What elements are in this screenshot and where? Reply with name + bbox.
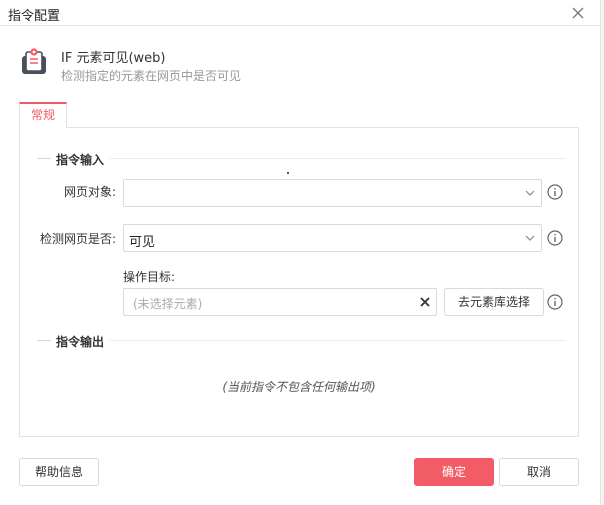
target-label: 操作目标: [123, 270, 176, 284]
check-visible-label: 检测网页是否: [39, 232, 116, 246]
clear-icon[interactable] [419, 296, 431, 308]
info-icon[interactable] [547, 184, 563, 200]
ok-button[interactable]: 确定 [414, 458, 494, 486]
select-from-library-button[interactable]: 去元素库选择 [444, 288, 544, 316]
check-visible-value: 可见 [129, 235, 156, 250]
chevron-down-icon [525, 190, 535, 196]
section-divider [110, 340, 566, 341]
input-section-title: 指令输入 [56, 153, 105, 167]
command-title: IF 元素可见(web) [61, 51, 166, 66]
section-divider [110, 158, 566, 159]
info-icon[interactable] [547, 294, 563, 310]
target-input[interactable]: (未选择元素) [123, 288, 437, 316]
chevron-down-icon [525, 235, 535, 241]
close-icon[interactable] [570, 5, 586, 21]
command-description: 检测指定的元素在网页中是否可见 [61, 69, 242, 83]
cancel-button[interactable]: 取消 [499, 458, 579, 486]
stray-dot [287, 172, 289, 174]
info-icon[interactable] [547, 230, 563, 246]
window-title: 指令配置 [8, 9, 61, 24]
section-divider [37, 158, 51, 159]
title-bar: 指令配置 [0, 0, 604, 26]
output-section-title: 指令输出 [56, 335, 105, 349]
tab-general[interactable]: 常规 [19, 102, 67, 128]
target-placeholder: (未选择元素) [133, 297, 203, 311]
help-button[interactable]: 帮助信息 [19, 458, 99, 486]
section-divider [37, 340, 51, 341]
no-output-note: (当前指令不包含任何输出项) [222, 380, 376, 394]
check-visible-select[interactable]: 可见 [123, 224, 542, 252]
command-icon [22, 48, 46, 74]
window-edge [600, 0, 604, 505]
web-object-select[interactable] [123, 179, 542, 207]
web-object-label: 网页对象: [63, 185, 116, 199]
